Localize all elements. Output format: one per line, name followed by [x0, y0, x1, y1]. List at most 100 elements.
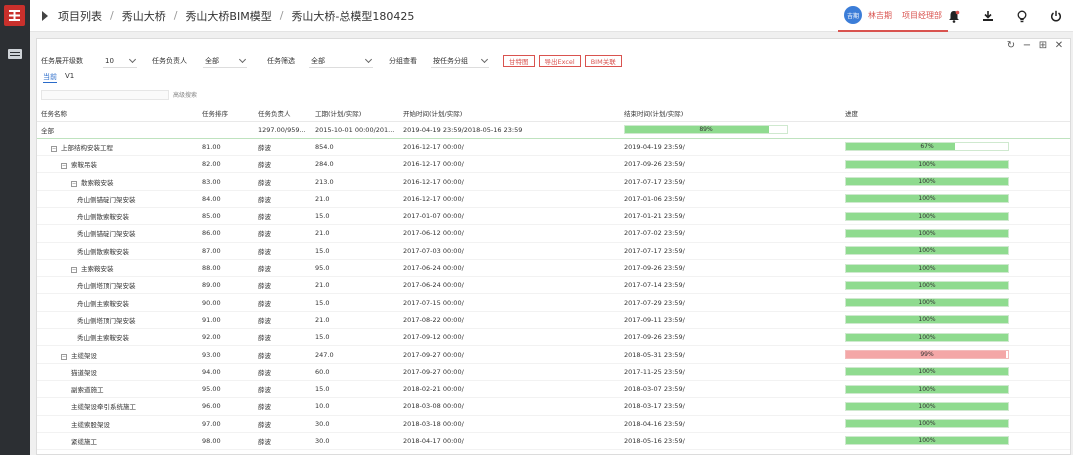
task-name-cell: 舟山侧锚碇门架安装: [37, 190, 198, 208]
tab-current[interactable]: 当前: [43, 72, 57, 83]
collapse-toggle-icon[interactable]: −: [61, 163, 67, 170]
task-name[interactable]: 全部: [41, 125, 54, 135]
table-row[interactable]: − 索鞍吊装 82.00 薛波 284.0 2016-12-17 00:00/2017-0…: [37, 155, 1070, 174]
task-order-cell: 98.00: [198, 432, 254, 451]
task-end-cell: 2017-09-11 23:59/: [620, 311, 841, 330]
gantt-button[interactable]: 甘特图: [503, 55, 535, 67]
user-menu[interactable]: 吉期 林吉期 项目经理部: [838, 0, 948, 32]
task-name[interactable]: 秀山侧锚碇门架安装: [77, 228, 136, 238]
collapse-toggle-icon[interactable]: −: [71, 180, 77, 187]
bulb-icon[interactable]: [1005, 0, 1039, 32]
column-header[interactable]: 任务名称: [37, 105, 198, 122]
progress-percent: 100%: [918, 316, 936, 324]
progress-percent: 99%: [920, 351, 934, 358]
task-duration-cell: 213.0: [311, 172, 399, 191]
task-owner-cell: 薛波: [254, 242, 311, 260]
table-row[interactable]: 主缆架设牵引系统施工 96.00 薛波 10.0 2018-03-08 00:00/20…: [37, 397, 1070, 416]
task-name[interactable]: 主缆索股架设: [71, 419, 110, 429]
task-name[interactable]: 秀山侧散索鞍安装: [77, 246, 129, 256]
task-owner-cell: 1297.00/959...: [254, 121, 311, 139]
progress-bar: 100%: [845, 228, 1009, 238]
level-select-value: 10: [105, 56, 114, 65]
breadcrumb-item-projects[interactable]: 项目列表: [58, 8, 102, 24]
task-name[interactable]: 舟山侧主索鞍安装: [77, 298, 129, 308]
task-name[interactable]: 猫道架设: [71, 367, 97, 377]
table-row[interactable]: 秀山侧锚碇门架安装 86.00 薛波 21.0 2017-06-12 00:00/201…: [37, 224, 1070, 243]
table-row[interactable]: 副索道施工 95.00 薛波 15.0 2018-02-21 00:00/2018-03…: [37, 380, 1070, 399]
column-header[interactable]: 任务排序: [198, 105, 254, 122]
collapse-toggle-icon[interactable]: −: [61, 353, 67, 360]
table-row[interactable]: 主缆索股架设 97.00 薛波 30.0 2018-03-18 00:00/2018-0…: [37, 415, 1070, 433]
table-row[interactable]: 猫道架设 94.00 薛波 60.0 2017-09-27 00:00/2017-11-…: [37, 363, 1070, 381]
advanced-search-link[interactable]: 高级搜索: [173, 90, 197, 99]
task-name[interactable]: 舟山侧散索鞍安装: [77, 211, 129, 221]
level-select[interactable]: 10: [103, 54, 137, 68]
task-order-cell: 93.00: [198, 345, 254, 364]
task-name[interactable]: 秀山侧主索鞍安装: [77, 332, 129, 342]
progress-bar: 99%: [845, 350, 1009, 359]
download-icon[interactable]: [971, 0, 1005, 32]
table-row[interactable]: 秀山侧散索鞍安装 87.00 薛波 15.0 2017-07-03 00:00/2017…: [37, 242, 1070, 260]
table-row[interactable]: 舟山侧散索鞍安装 85.00 薛波 15.0 2017-01-07 00:00/2017…: [37, 207, 1070, 226]
task-start-cell: 2019-04-19 23:59/2018-05-16 23:59: [399, 121, 620, 139]
breadcrumb-item-bim-model[interactable]: 秀山大桥BIM模型: [185, 8, 271, 24]
task-owner-cell: 薛波: [254, 293, 311, 312]
task-name[interactable]: 秀山侧塔顶门架安装: [77, 315, 136, 325]
menu-icon[interactable]: [8, 44, 22, 59]
task-name[interactable]: 散索鞍安装: [81, 177, 114, 187]
power-icon[interactable]: [1039, 0, 1073, 32]
task-name[interactable]: 舟山侧塔顶门架安装: [77, 280, 136, 290]
table-row[interactable]: 紧缆施工 98.00 薛波 30.0 2018-04-17 00:00/2018-05-…: [37, 432, 1070, 451]
table-row[interactable]: − 散索鞍安装 83.00 薛波 213.0 2016-12-17 00:00/2017-…: [37, 172, 1070, 191]
filter-select[interactable]: 全部: [309, 54, 373, 68]
task-name[interactable]: 上部结构安装工程: [61, 142, 113, 152]
tab-v1[interactable]: V1: [65, 72, 74, 83]
column-header[interactable]: 进度: [841, 105, 1070, 122]
progress-percent: 100%: [918, 160, 936, 168]
refresh-icon[interactable]: ↻: [1006, 40, 1016, 51]
task-start-cell: 2017-01-07 00:00/: [399, 207, 620, 226]
progress-percent: 100%: [918, 420, 936, 428]
task-name[interactable]: 主缆架设: [71, 350, 97, 360]
task-owner-cell: 薛波: [254, 432, 311, 451]
task-name[interactable]: 主缆架设牵引系统施工: [71, 401, 136, 411]
task-name[interactable]: 索鞍吊装: [71, 159, 97, 169]
breadcrumb-item-current-model[interactable]: 秀山大桥-总模型180425: [291, 8, 414, 24]
task-name[interactable]: 主索鞍安装: [81, 263, 114, 273]
bell-icon[interactable]: [937, 0, 971, 32]
table-row[interactable]: 舟山侧塔顶门架安装 89.00 薛波 21.0 2017-06-24 00:00/201…: [37, 276, 1070, 295]
task-panel: ↻ − ⊞ ✕ 任务展开级数 10 任务负责人 全部 任务筛选 全部 分组查看 …: [36, 38, 1071, 455]
column-header[interactable]: 任务负责人: [254, 105, 311, 122]
table-row[interactable]: 舟山侧主索鞍安装 90.00 薛波 15.0 2017-07-15 00:00/2017…: [37, 293, 1070, 312]
collapse-toggle-icon[interactable]: −: [51, 145, 57, 152]
column-header[interactable]: 工期(计划/实际): [311, 105, 399, 122]
progress-percent: 100%: [918, 402, 936, 410]
column-header[interactable]: 开始时间(计划/实际): [399, 105, 620, 122]
export-excel-button[interactable]: 导出Excel: [538, 55, 581, 67]
close-icon[interactable]: ✕: [1054, 40, 1064, 51]
column-header[interactable]: 结束时间(计划/实际): [620, 105, 841, 122]
table-row[interactable]: − 上部结构安装工程 81.00 薛波 854.0 2016-12-17 00:00/20…: [37, 138, 1070, 157]
bim-link-button[interactable]: BIM关联: [584, 55, 622, 67]
table-row[interactable]: 秀山侧主索鞍安装 92.00 薛波 15.0 2017-09-12 00:00/2017…: [37, 328, 1070, 347]
table-row[interactable]: − 主缆架设 93.00 薛波 247.0 2017-09-27 00:00/2018-0…: [37, 345, 1070, 364]
collapse-toggle-icon[interactable]: −: [71, 267, 77, 274]
task-name[interactable]: 副索道施工: [71, 384, 104, 394]
task-owner-cell: 薛波: [254, 380, 311, 399]
maximize-icon[interactable]: ⊞: [1038, 40, 1048, 51]
breadcrumb-item-bridge[interactable]: 秀山大桥: [122, 8, 166, 24]
group-select[interactable]: 按任务分组: [431, 54, 489, 68]
progress-bar: 100%: [845, 194, 1009, 204]
owner-select[interactable]: 全部: [203, 54, 247, 68]
progress-bar: 100%: [845, 263, 1009, 273]
table-row[interactable]: − 主索鞍安装 88.00 薛波 95.0 2017-06-24 00:00/2017-0…: [37, 259, 1070, 278]
table-row[interactable]: 全部 1297.00/959... 2015-10-01 00:00/201... 2…: [37, 121, 1070, 139]
minimize-icon[interactable]: −: [1022, 40, 1032, 51]
task-order-cell: 97.00: [198, 415, 254, 433]
app-logo[interactable]: [4, 5, 25, 26]
search-input[interactable]: [41, 90, 169, 100]
task-name[interactable]: 舟山侧锚碇门架安装: [77, 194, 136, 204]
table-row[interactable]: 秀山侧塔顶门架安装 91.00 薛波 21.0 2017-08-22 00:00/201…: [37, 311, 1070, 330]
table-row[interactable]: 舟山侧锚碇门架安装 84.00 薛波 21.0 2016-12-17 00:00/201…: [37, 190, 1070, 208]
task-name[interactable]: 紧缆施工: [71, 436, 97, 446]
